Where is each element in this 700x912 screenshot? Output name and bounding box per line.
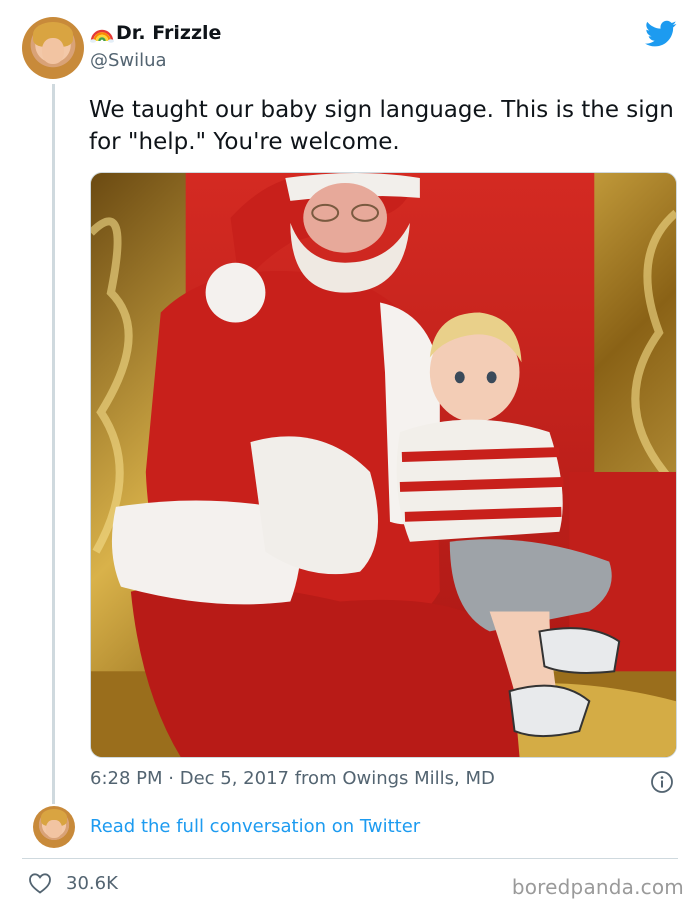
read-conversation-link[interactable]: Read the full conversation on Twitter [90,816,420,837]
heart-icon[interactable] [28,872,52,894]
author-display-name[interactable]: Dr. Frizzle [116,22,221,44]
author-avatar-small[interactable] [33,806,75,848]
meta-separator: · [168,768,174,789]
like-button[interactable]: 30.6K [28,872,118,894]
rainbow-emoji-icon [90,29,114,43]
author-avatar[interactable] [22,17,84,79]
divider [22,858,678,859]
tweet-card: Dr. Frizzle @Swilua We taught our baby s… [0,0,700,912]
info-icon[interactable] [650,770,674,794]
thread-line [52,84,55,804]
like-count: 30.6K [66,872,118,894]
author-handle[interactable]: @Swilua [90,50,167,71]
tweet-photo[interactable] [90,172,677,758]
tweet-date-location[interactable]: Dec 5, 2017 from Owings Mills, MD [180,768,495,789]
watermark: boredpanda.com [511,875,684,899]
tweet-time[interactable]: 6:28 PM [90,768,163,789]
twitter-bird-icon[interactable] [645,20,677,48]
santa-and-baby-photo [91,173,676,757]
tweet-text: We taught our baby sign language. This i… [89,97,674,155]
tweet-timestamp[interactable]: 6:28 PM · Dec 5, 2017 from Owings Mills,… [90,768,495,789]
author-name-row[interactable]: Dr. Frizzle [90,22,221,44]
